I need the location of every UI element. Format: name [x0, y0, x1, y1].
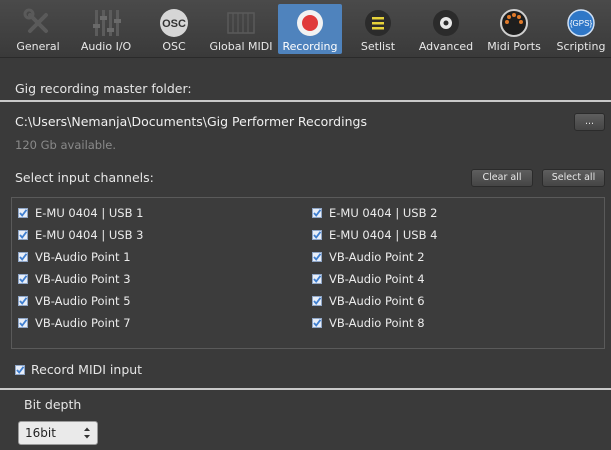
tab-midi-ports[interactable]: Midi Ports	[482, 4, 546, 54]
tab-recording[interactable]: Recording	[278, 4, 342, 54]
tab-scripting-label: Scripting	[556, 40, 606, 53]
tab-osc[interactable]: OSC OSC	[142, 4, 206, 54]
tab-global-midi[interactable]: Global MIDI	[207, 4, 275, 54]
divider-top	[0, 100, 611, 102]
preferences-toolbar: General Audio I/O OSC OSC Global MIDI Re…	[0, 0, 611, 58]
checkbox-checked-icon[interactable]	[18, 252, 28, 262]
recording-folder-path: C:\Users\Nemanja\Documents\Gig Performer…	[15, 114, 367, 129]
checkbox-checked-icon[interactable]	[15, 365, 25, 375]
input-channels-title: Select input channels:	[15, 170, 154, 185]
channel-label: E-MU 0404 | USB 1	[35, 206, 144, 220]
osc-icon: OSC	[160, 9, 188, 37]
tab-global-midi-label: Global MIDI	[209, 40, 273, 53]
faders-icon	[93, 10, 121, 36]
osc-icon-text: OSC	[162, 18, 186, 30]
select-all-button[interactable]: Select all	[542, 169, 605, 187]
tab-audio-io[interactable]: Audio I/O	[74, 4, 138, 54]
channel-label: E-MU 0404 | USB 4	[329, 228, 438, 242]
record-icon	[297, 10, 323, 36]
checkbox-checked-icon[interactable]	[312, 252, 322, 262]
bit-depth-value: 16bit	[25, 426, 56, 440]
piano-keys-icon	[227, 12, 255, 34]
checkbox-checked-icon[interactable]	[18, 274, 28, 284]
checkbox-checked-icon[interactable]	[312, 296, 322, 306]
checkbox-checked-icon[interactable]	[18, 230, 28, 240]
tab-advanced-label: Advanced	[418, 40, 474, 53]
record-midi-label: Record MIDI input	[31, 362, 143, 377]
channel-label: VB-Audio Point 2	[329, 250, 425, 264]
setlist-icon	[365, 10, 391, 36]
checkbox-checked-icon[interactable]	[18, 296, 28, 306]
gps-icon-text: {GPS}	[570, 19, 593, 28]
input-channels-list: E-MU 0404 | USB 1 E-MU 0404 | USB 3 VB-A…	[11, 197, 605, 349]
checkbox-checked-icon[interactable]	[312, 318, 322, 328]
divider-bottom	[0, 388, 611, 390]
bit-depth-label: Bit depth	[24, 397, 82, 412]
available-space-text: 120 Gb available.	[15, 138, 117, 152]
channel-label: VB-Audio Point 5	[35, 294, 131, 308]
tab-setlist-label: Setlist	[360, 40, 396, 53]
tab-recording-label: Recording	[282, 40, 338, 53]
channel-label: VB-Audio Point 8	[329, 316, 425, 330]
channel-label: VB-Audio Point 7	[35, 316, 131, 330]
channel-label: VB-Audio Point 1	[35, 250, 131, 264]
tab-midi-ports-label: Midi Ports	[487, 40, 541, 53]
tab-audio-io-label: Audio I/O	[80, 40, 132, 53]
master-folder-title: Gig recording master folder:	[15, 81, 192, 96]
gps-icon: {GPS}	[567, 9, 595, 37]
midi-port-icon	[500, 9, 528, 37]
browse-folder-button[interactable]: ...	[574, 113, 605, 131]
channel-label: E-MU 0404 | USB 3	[35, 228, 144, 242]
checkbox-checked-icon[interactable]	[312, 230, 322, 240]
tab-osc-label: OSC	[162, 40, 186, 53]
channel-label: VB-Audio Point 3	[35, 272, 131, 286]
tab-general[interactable]: General	[6, 4, 70, 54]
tab-setlist[interactable]: Setlist	[346, 4, 410, 54]
channel-label: E-MU 0404 | USB 2	[329, 206, 438, 220]
channel-label: VB-Audio Point 4	[329, 272, 425, 286]
tab-scripting[interactable]: {GPS} Scripting	[552, 4, 610, 54]
bit-depth-select[interactable]: 16bit	[18, 421, 98, 445]
checkbox-checked-icon[interactable]	[18, 208, 28, 218]
checkbox-checked-icon[interactable]	[18, 318, 28, 328]
tab-advanced[interactable]: Advanced	[413, 4, 479, 54]
checkbox-checked-icon[interactable]	[312, 208, 322, 218]
updown-arrows-icon	[84, 427, 90, 439]
wrench-screwdriver-icon	[23, 8, 48, 33]
tab-general-label: General	[16, 40, 60, 53]
checkbox-checked-icon[interactable]	[312, 274, 322, 284]
gear-icon	[433, 10, 459, 36]
channel-label: VB-Audio Point 6	[329, 294, 425, 308]
clear-all-button[interactable]: Clear all	[471, 169, 533, 187]
